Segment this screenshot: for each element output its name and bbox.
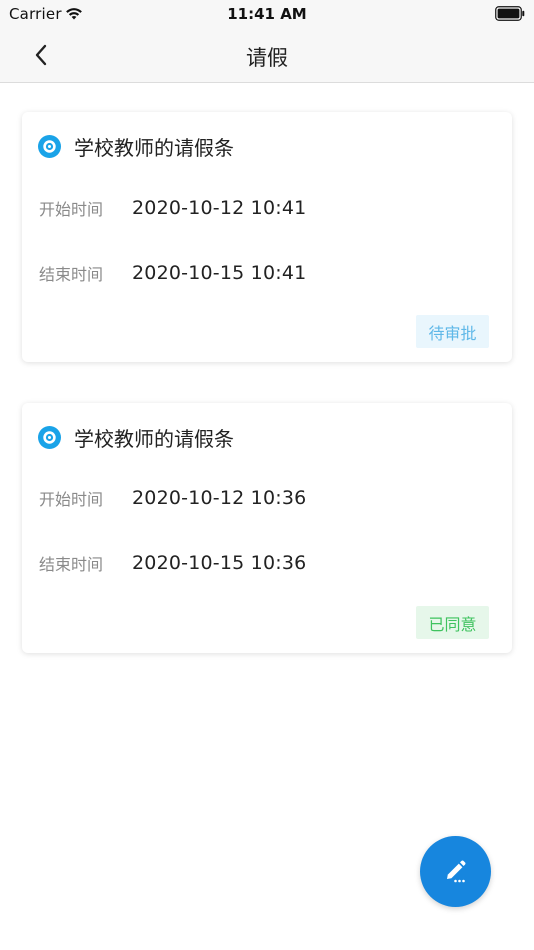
card-title: 学校教师的请假条 [74,135,234,160]
end-time-label: 结束时间 [39,555,104,574]
status-time: 11:41 AM [227,5,307,23]
end-time-row: 结束时间 2020-10-15 10:41 [39,260,306,286]
start-time-value: 2020-10-12 10:36 [132,487,307,509]
card-title: 学校教师的请假条 [74,426,234,451]
start-time-row: 开始时间 2020-10-12 10:36 [39,485,306,511]
end-time-row: 结束时间 2020-10-15 10:36 [39,550,306,576]
page-title: 请假 [246,46,288,70]
leave-card[interactable]: 学校教师的请假条 开始时间 2020-10-12 10:36 结束时间 2020… [22,403,512,653]
app-logo-icon [38,134,61,158]
start-time-row: 开始时间 2020-10-12 10:41 [39,195,306,221]
card-header: 学校教师的请假条 [38,132,234,160]
start-time-label: 开始时间 [39,200,104,219]
card-header: 学校教师的请假条 [38,423,234,451]
new-leave-button[interactable] [420,836,491,907]
start-time-value: 2020-10-12 10:41 [132,197,307,219]
start-time-label: 开始时间 [39,490,104,509]
leave-card[interactable]: 学校教师的请假条 开始时间 2020-10-12 10:41 结束时间 2020… [22,112,512,362]
end-time-label: 结束时间 [39,265,104,284]
edit-icon [446,860,465,882]
nav-bar: 请假 [0,28,534,83]
end-time-value: 2020-10-15 10:41 [132,262,307,284]
app-logo-icon [38,425,61,449]
status-badge: 待审批 [416,315,489,348]
status-badge: 已同意 [416,606,489,639]
status-bar: Carrier 11:41 AM [0,0,534,28]
end-time-value: 2020-10-15 10:36 [132,552,307,574]
battery-icon [495,6,525,21]
